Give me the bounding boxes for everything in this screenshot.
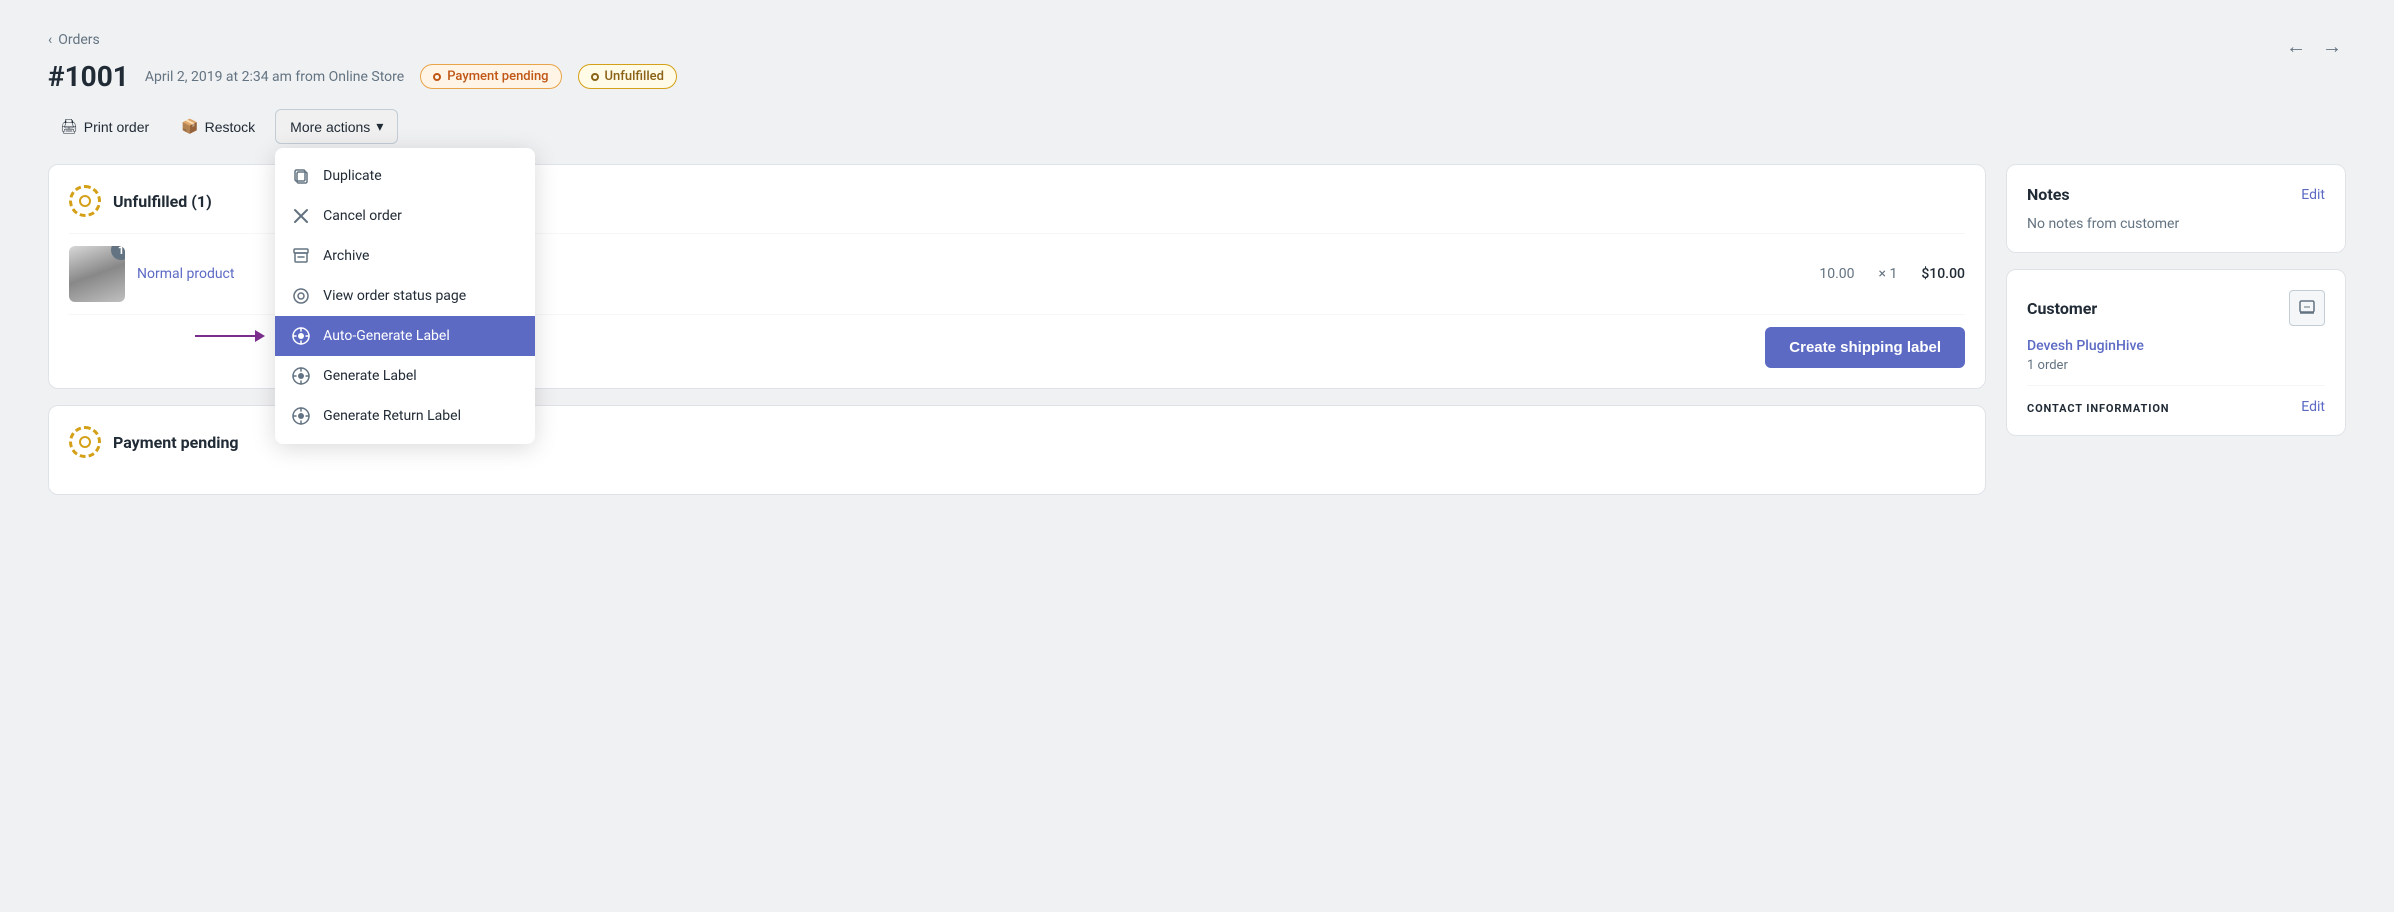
arrow-head <box>255 330 265 342</box>
product-name-link[interactable]: Normal product <box>137 266 234 282</box>
more-actions-button[interactable]: More actions ▾ <box>275 109 398 144</box>
arrow-indicator <box>195 330 265 342</box>
cancel-icon <box>291 206 311 226</box>
dropdown-item-view-status[interactable]: View order status page <box>275 276 535 316</box>
product-price-area: 10.00 × 1 $10.00 <box>1819 266 1965 282</box>
generate-return-icon <box>291 406 311 426</box>
duplicate-icon <box>291 166 311 186</box>
cancel-order-label: Cancel order <box>323 208 402 224</box>
order-title-row: #1001 April 2, 2019 at 2:34 am from Onli… <box>48 60 2346 93</box>
more-actions-container: More actions ▾ Duplicate <box>275 109 398 144</box>
more-actions-label: More actions <box>290 119 370 135</box>
generate-label-icon <box>291 366 311 386</box>
print-order-button[interactable]: 🖨 Print order <box>48 110 161 143</box>
archive-label: Archive <box>323 248 369 264</box>
restock-label: Restock <box>205 119 256 135</box>
unfulfilled-label: Unfulfilled <box>605 69 664 84</box>
unfulfilled-dot-inner <box>79 195 91 207</box>
customer-name-link[interactable]: Devesh PluginHive <box>2027 338 2144 354</box>
view-status-label: View order status page <box>323 288 466 304</box>
dropdown-item-archive[interactable]: Archive <box>275 236 535 276</box>
toolbar: 🖨 Print order 📦 Restock More actions ▾ <box>48 109 2346 144</box>
create-shipping-label-button[interactable]: Create shipping label <box>1765 327 1965 368</box>
duplicate-label: Duplicate <box>323 168 382 184</box>
customer-name-row: Devesh PluginHive <box>2027 338 2325 354</box>
generate-return-label: Generate Return Label <box>323 408 461 424</box>
customer-title: Customer <box>2027 299 2097 318</box>
payment-pending-badge: Payment pending <box>420 64 561 89</box>
notes-card-header: Notes Edit <box>2027 185 2325 204</box>
payment-pending-label: Payment pending <box>447 69 548 84</box>
print-order-label: Print order <box>84 119 149 135</box>
generate-label-label: Generate Label <box>323 368 417 384</box>
back-chevron-icon: ‹ <box>48 32 52 48</box>
product-thumbnail: 1 <box>69 246 125 302</box>
customer-divider <box>2027 385 2325 386</box>
payment-pending-dot <box>433 73 441 81</box>
more-actions-dropdown: Duplicate Cancel order <box>275 148 535 444</box>
auto-generate-icon <box>291 326 311 346</box>
payment-pending-title: Payment pending <box>113 433 239 452</box>
contact-edit-link[interactable]: Edit <box>2301 399 2325 415</box>
dropdown-arrow-icon: ▾ <box>376 118 383 135</box>
back-label: Orders <box>58 32 100 48</box>
auto-generate-label: Auto-Generate Label <box>323 328 450 344</box>
archive-icon <box>291 246 311 266</box>
product-total: $10.00 <box>1921 266 1965 282</box>
customer-card-header: Customer <box>2027 290 2325 326</box>
notes-content: No notes from customer <box>2027 216 2325 232</box>
prev-order-button[interactable]: ← <box>2282 32 2310 63</box>
arrow-line <box>195 335 255 337</box>
order-number: #1001 <box>48 60 129 93</box>
unfulfilled-dot <box>591 73 599 81</box>
unfulfilled-status-icon <box>69 185 101 217</box>
customer-avatar <box>2289 290 2325 326</box>
customer-orders-count: 1 order <box>2027 358 2325 373</box>
right-column: Notes Edit No notes from customer Custom… <box>2006 164 2346 436</box>
dropdown-item-generate-return[interactable]: Generate Return Label <box>275 396 535 436</box>
view-status-icon <box>291 286 311 306</box>
back-to-orders-link[interactable]: ‹ Orders <box>48 32 100 48</box>
payment-status-icon <box>69 426 101 458</box>
order-meta: April 2, 2019 at 2:34 am from Online Sto… <box>145 69 404 85</box>
notes-card: Notes Edit No notes from customer <box>2006 164 2346 253</box>
dropdown-item-duplicate[interactable]: Duplicate <box>275 156 535 196</box>
notes-title: Notes <box>2027 185 2070 204</box>
restock-icon: 📦 <box>181 118 198 135</box>
dropdown-item-cancel[interactable]: Cancel order <box>275 196 535 236</box>
notes-edit-link[interactable]: Edit <box>2301 187 2325 203</box>
payment-dot-inner <box>79 436 91 448</box>
nav-arrows: ← → <box>2282 32 2346 63</box>
print-icon: 🖨 <box>60 118 78 135</box>
product-quantity: × 1 <box>1879 266 1898 282</box>
unfulfilled-badge: Unfulfilled <box>578 64 677 89</box>
product-price: 10.00 <box>1819 266 1854 282</box>
unfulfilled-title: Unfulfilled (1) <box>113 192 212 211</box>
customer-card: Customer Devesh PluginHive 1 order CONTA… <box>2006 269 2346 436</box>
dropdown-item-generate[interactable]: Generate Label <box>275 356 535 396</box>
dropdown-item-auto-generate[interactable]: Auto-Generate Label <box>275 316 535 356</box>
restock-button[interactable]: 📦 Restock <box>169 110 267 143</box>
next-order-button[interactable]: → <box>2318 32 2346 63</box>
